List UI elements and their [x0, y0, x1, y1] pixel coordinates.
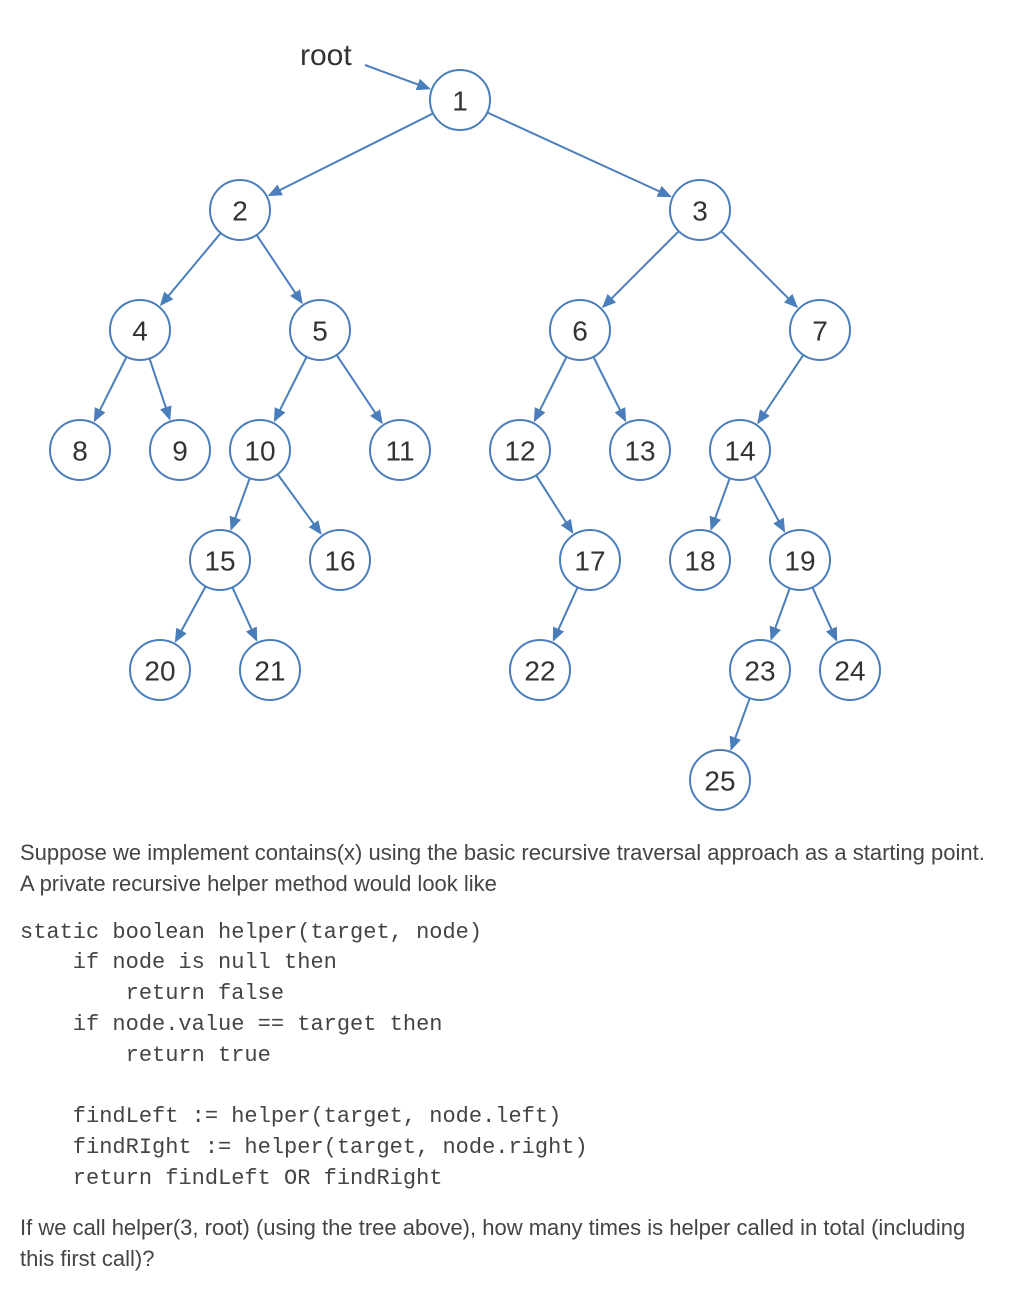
tree-node: 16: [310, 530, 370, 590]
tree-node: 4: [110, 300, 170, 360]
tree-node: 9: [150, 420, 210, 480]
tree-node: 7: [790, 300, 850, 360]
tree-edge: [176, 586, 206, 641]
tree-edge: [278, 474, 321, 533]
node-value: 6: [572, 316, 588, 347]
tree-node: 19: [770, 530, 830, 590]
tree-edge: [754, 476, 784, 531]
node-value: 2: [232, 196, 248, 227]
tree-edge: [95, 357, 127, 421]
tree-edge: [161, 233, 221, 305]
root-label: root: [300, 39, 352, 72]
tree-node: 11: [370, 420, 430, 480]
tree-node: 12: [490, 420, 550, 480]
paragraph-intro: Suppose we implement contains(x) using t…: [20, 838, 990, 900]
tree-svg: root 12345678910111213141516171819202122…: [20, 20, 920, 820]
tree-edge: [554, 587, 578, 640]
tree-edge: [758, 355, 803, 423]
node-value: 21: [254, 656, 285, 687]
node-value: 7: [812, 316, 828, 347]
tree-node: 22: [510, 640, 570, 700]
node-value: 18: [684, 546, 715, 577]
node-value: 5: [312, 316, 328, 347]
tree-edge: [275, 357, 307, 421]
tree-edge: [149, 358, 169, 418]
tree-edge: [231, 478, 249, 529]
tree-edge: [365, 65, 429, 89]
tree-edge: [711, 478, 729, 529]
tree-node: 23: [730, 640, 790, 700]
node-value: 1: [452, 86, 468, 117]
tree-node: 8: [50, 420, 110, 480]
tree-edge: [593, 357, 625, 421]
edges-group: [95, 65, 837, 749]
tree-edge: [270, 113, 434, 195]
node-value: 14: [724, 436, 755, 467]
tree-edge: [731, 698, 749, 749]
node-value: 24: [834, 656, 865, 687]
tree-node: 14: [710, 420, 770, 480]
tree-edge: [232, 587, 256, 640]
node-value: 15: [204, 546, 235, 577]
tree-edge: [603, 231, 678, 306]
node-value: 25: [704, 766, 735, 797]
tree-edge: [257, 235, 302, 303]
tree-node: 13: [610, 420, 670, 480]
node-value: 20: [144, 656, 175, 687]
node-value: 19: [784, 546, 815, 577]
node-value: 23: [744, 656, 775, 687]
nodes-group: 1234567891011121314151617181920212223242…: [50, 70, 880, 810]
tree-node: 10: [230, 420, 290, 480]
tree-node: 6: [550, 300, 610, 360]
node-value: 13: [624, 436, 655, 467]
tree-node: 24: [820, 640, 880, 700]
tree-edge: [812, 587, 836, 640]
node-value: 22: [524, 656, 555, 687]
code-block: static boolean helper(target, node) if n…: [20, 918, 990, 1195]
node-value: 9: [172, 436, 188, 467]
tree-node: 5: [290, 300, 350, 360]
tree-node: 21: [240, 640, 300, 700]
tree-diagram: root 12345678910111213141516171819202122…: [20, 20, 990, 820]
tree-edge: [337, 355, 382, 423]
node-value: 11: [385, 436, 414, 467]
tree-edge: [721, 231, 796, 306]
tree-node: 2: [210, 180, 270, 240]
tree-node: 20: [130, 640, 190, 700]
node-value: 17: [574, 546, 605, 577]
tree-node: 1: [430, 70, 490, 130]
node-value: 10: [244, 436, 275, 467]
tree-node: 25: [690, 750, 750, 810]
tree-edge: [536, 475, 572, 532]
node-value: 4: [132, 316, 148, 347]
node-value: 8: [72, 436, 88, 467]
node-value: 16: [324, 546, 355, 577]
tree-node: 15: [190, 530, 250, 590]
tree-node: 18: [670, 530, 730, 590]
node-value: 12: [504, 436, 535, 467]
node-value: 3: [692, 196, 708, 227]
tree-node: 3: [670, 180, 730, 240]
tree-edge: [771, 588, 789, 639]
paragraph-question: If we call helper(3, root) (using the tr…: [20, 1213, 990, 1275]
tree-edge: [535, 357, 567, 421]
tree-node: 17: [560, 530, 620, 590]
tree-edge: [487, 112, 670, 196]
